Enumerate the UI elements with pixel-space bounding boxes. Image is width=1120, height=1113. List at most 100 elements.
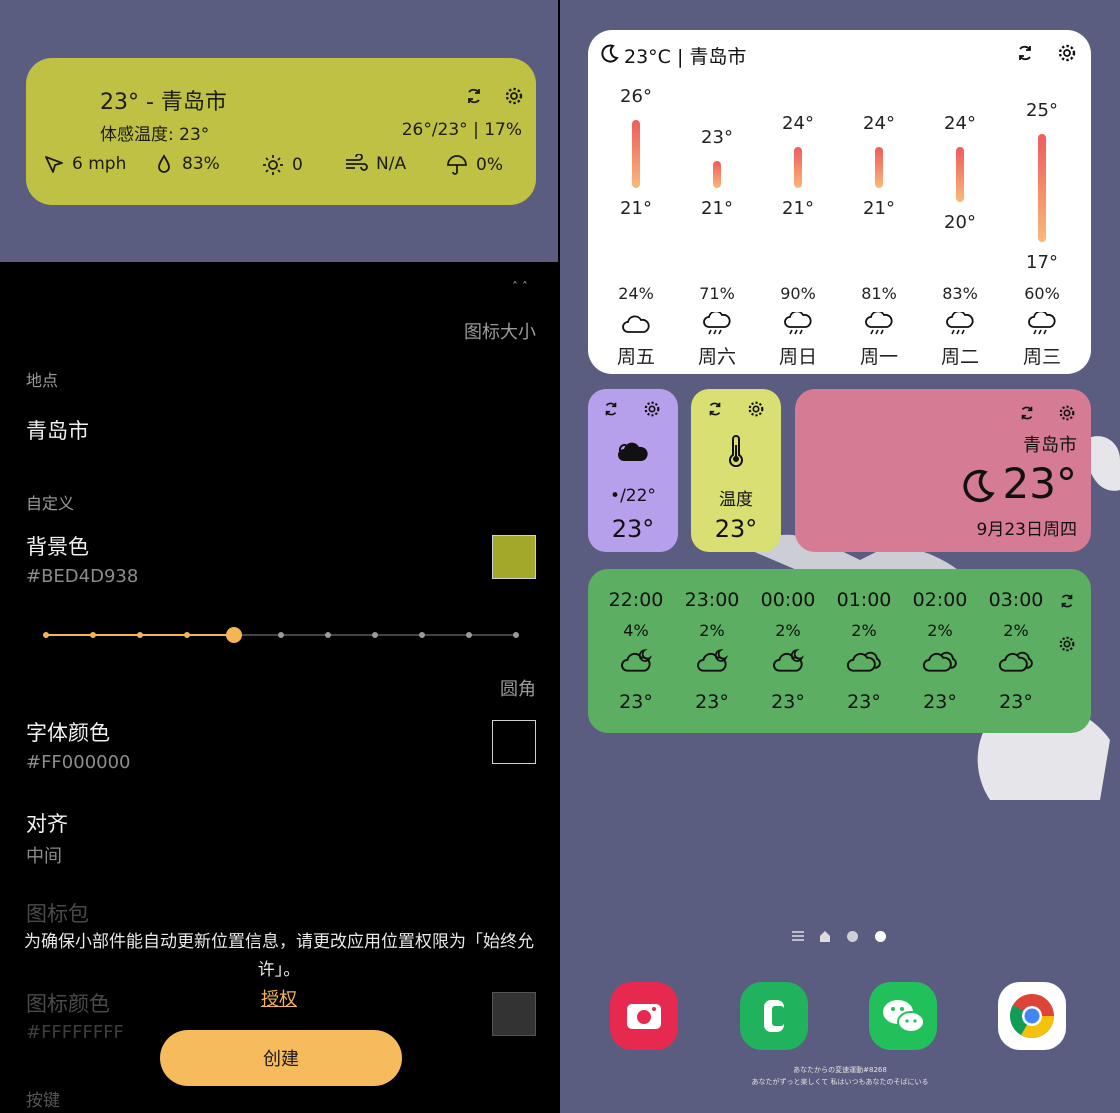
preview-range: 26°/23° | 17% <box>401 120 522 140</box>
day-high: 24° <box>782 113 814 135</box>
slider-step-dot <box>43 632 49 638</box>
partly-cloudy-night-icon <box>598 647 674 675</box>
screen-recorder-app[interactable] <box>610 982 678 1050</box>
cloud-icon <box>596 312 676 338</box>
temp-range-bar <box>632 120 640 188</box>
create-button[interactable]: 创建 <box>160 1030 402 1086</box>
font-color-swatch[interactable] <box>492 720 536 764</box>
gear-icon[interactable] <box>1057 43 1077 63</box>
gear-icon[interactable] <box>504 86 524 106</box>
cloudy-icon <box>826 647 902 675</box>
slider-step-dot <box>137 632 143 638</box>
slider-knob[interactable] <box>226 627 242 643</box>
condition-widget[interactable]: •/22° 23° <box>588 389 678 552</box>
hourly-widget[interactable]: 22:00 4% 23° 23:00 2% 23° 00:00 2% 23° 01:00 2% 23°… <box>588 569 1091 733</box>
home-screen: 23°C | 青岛市 26° 21° 24% 周五 23° 21° 71% 周六 24° 21° 9… <box>560 0 1120 1113</box>
phone-app[interactable] <box>740 982 808 1050</box>
gear-icon[interactable] <box>1058 635 1078 655</box>
day-name: 周一 <box>859 346 898 368</box>
rain-value: 0% <box>476 155 503 175</box>
moon-icon <box>600 43 620 63</box>
align-label[interactable]: 对齐 <box>26 808 68 838</box>
cloudy-icon <box>978 647 1054 675</box>
hour-precip: 2% <box>1003 621 1029 640</box>
temperature-widget[interactable]: 温度 23° <box>691 389 781 552</box>
humidity-value: 83% <box>182 154 220 174</box>
city-temp-widget[interactable]: 青岛市 23° 9月23日周四 <box>795 389 1091 552</box>
bg-color-swatch[interactable] <box>492 535 536 579</box>
bg-color-value: #BED4D938 <box>26 566 139 587</box>
page-dot <box>847 931 858 942</box>
wind-value: 6 mph <box>72 154 127 174</box>
bg-color-label[interactable]: 背景色 <box>26 531 89 561</box>
icon-pack-label[interactable]: 图标包 <box>26 898 89 928</box>
yellow-label: 温度 <box>719 490 753 510</box>
air-stat: N/A <box>344 154 406 174</box>
day-high: 23° <box>701 126 733 148</box>
slider-step-dot <box>372 632 378 638</box>
temp-range-bar <box>875 147 883 188</box>
location-section-title: 地点 <box>26 371 59 390</box>
partly-cloudy-night-icon <box>750 647 826 675</box>
grant-link[interactable]: 授权 <box>0 985 558 1011</box>
partly-cloudy-night-icon <box>674 647 750 675</box>
gear-icon[interactable] <box>1058 404 1078 424</box>
font-color-label[interactable]: 字体颜色 <box>26 717 110 747</box>
rain-stat: 0% <box>446 154 503 176</box>
caption-line-1: あなたからの変速運動#8268 <box>793 1066 887 1074</box>
day-precip: 24% <box>618 284 654 303</box>
hour-time: 02:00 <box>912 589 968 611</box>
rain-cloud-icon <box>839 312 919 338</box>
hour-precip: 2% <box>927 621 953 640</box>
gear-icon[interactable] <box>643 400 663 420</box>
wechat-app[interactable] <box>869 982 937 1050</box>
corner-radius-slider[interactable] <box>43 627 519 643</box>
page-dot-active <box>875 931 886 942</box>
purple-range: •/22° <box>610 486 656 506</box>
preview-feels-like: 体感温度: 23° <box>100 125 210 145</box>
gear-icon[interactable] <box>747 400 767 420</box>
day-low: 21° <box>701 198 733 219</box>
widget-preview: 23° - 青岛市 体感温度: 23° 26°/23° | 17% 6 mph … <box>26 58 536 205</box>
refresh-icon[interactable] <box>464 86 484 106</box>
air-value: N/A <box>376 154 407 174</box>
day-high: 26° <box>620 86 652 107</box>
forecast-header: 23°C | 青岛市 <box>624 46 747 68</box>
hour-temp: 23° <box>695 691 729 713</box>
pink-city: 青岛市 <box>1023 435 1077 456</box>
hour-temp: 23° <box>771 691 805 713</box>
pink-date: 9月23日周四 <box>976 520 1077 540</box>
day-low: 20° <box>944 211 976 233</box>
day-low: 21° <box>620 198 652 219</box>
slider-step-dot <box>90 632 96 638</box>
hour-precip: 2% <box>775 621 801 640</box>
day-low: 17° <box>1026 252 1058 274</box>
day-precip: 60% <box>1024 284 1060 303</box>
day-precip: 83% <box>942 284 978 303</box>
temp-range-bar <box>794 147 802 188</box>
refresh-icon[interactable] <box>602 400 622 420</box>
day-name: 周日 <box>778 346 817 368</box>
page-indicator[interactable] <box>788 928 888 944</box>
location-value[interactable]: 青岛市 <box>26 415 89 445</box>
rain-cloud-icon <box>1002 312 1082 338</box>
chrome-app[interactable] <box>998 982 1066 1050</box>
rain-cloud-icon <box>677 312 757 338</box>
slider-step-dot <box>513 632 519 638</box>
widget-settings-panel: 23° - 青岛市 体感温度: 23° 26°/23° | 17% 6 mph … <box>0 0 558 1113</box>
slider-step-dot <box>278 632 284 638</box>
refresh-icon[interactable] <box>1015 43 1035 63</box>
wind-stat: 6 mph <box>44 154 126 174</box>
day-precip: 81% <box>861 284 897 303</box>
day-name: 周五 <box>616 346 655 368</box>
refresh-icon[interactable] <box>1018 404 1038 424</box>
hour-precip: 2% <box>851 621 877 640</box>
cloudy-icon <box>902 647 978 675</box>
refresh-icon[interactable] <box>1058 592 1078 612</box>
refresh-icon[interactable] <box>706 400 726 420</box>
day-name: 周三 <box>1022 346 1061 368</box>
yellow-temp: 23° <box>714 515 758 543</box>
sun-icon <box>262 154 284 176</box>
forecast-widget[interactable]: 23°C | 青岛市 26° 21° 24% 周五 23° 21° 71% 周六 24° 21° 9… <box>588 30 1091 374</box>
hour-time: 00:00 <box>760 589 816 611</box>
